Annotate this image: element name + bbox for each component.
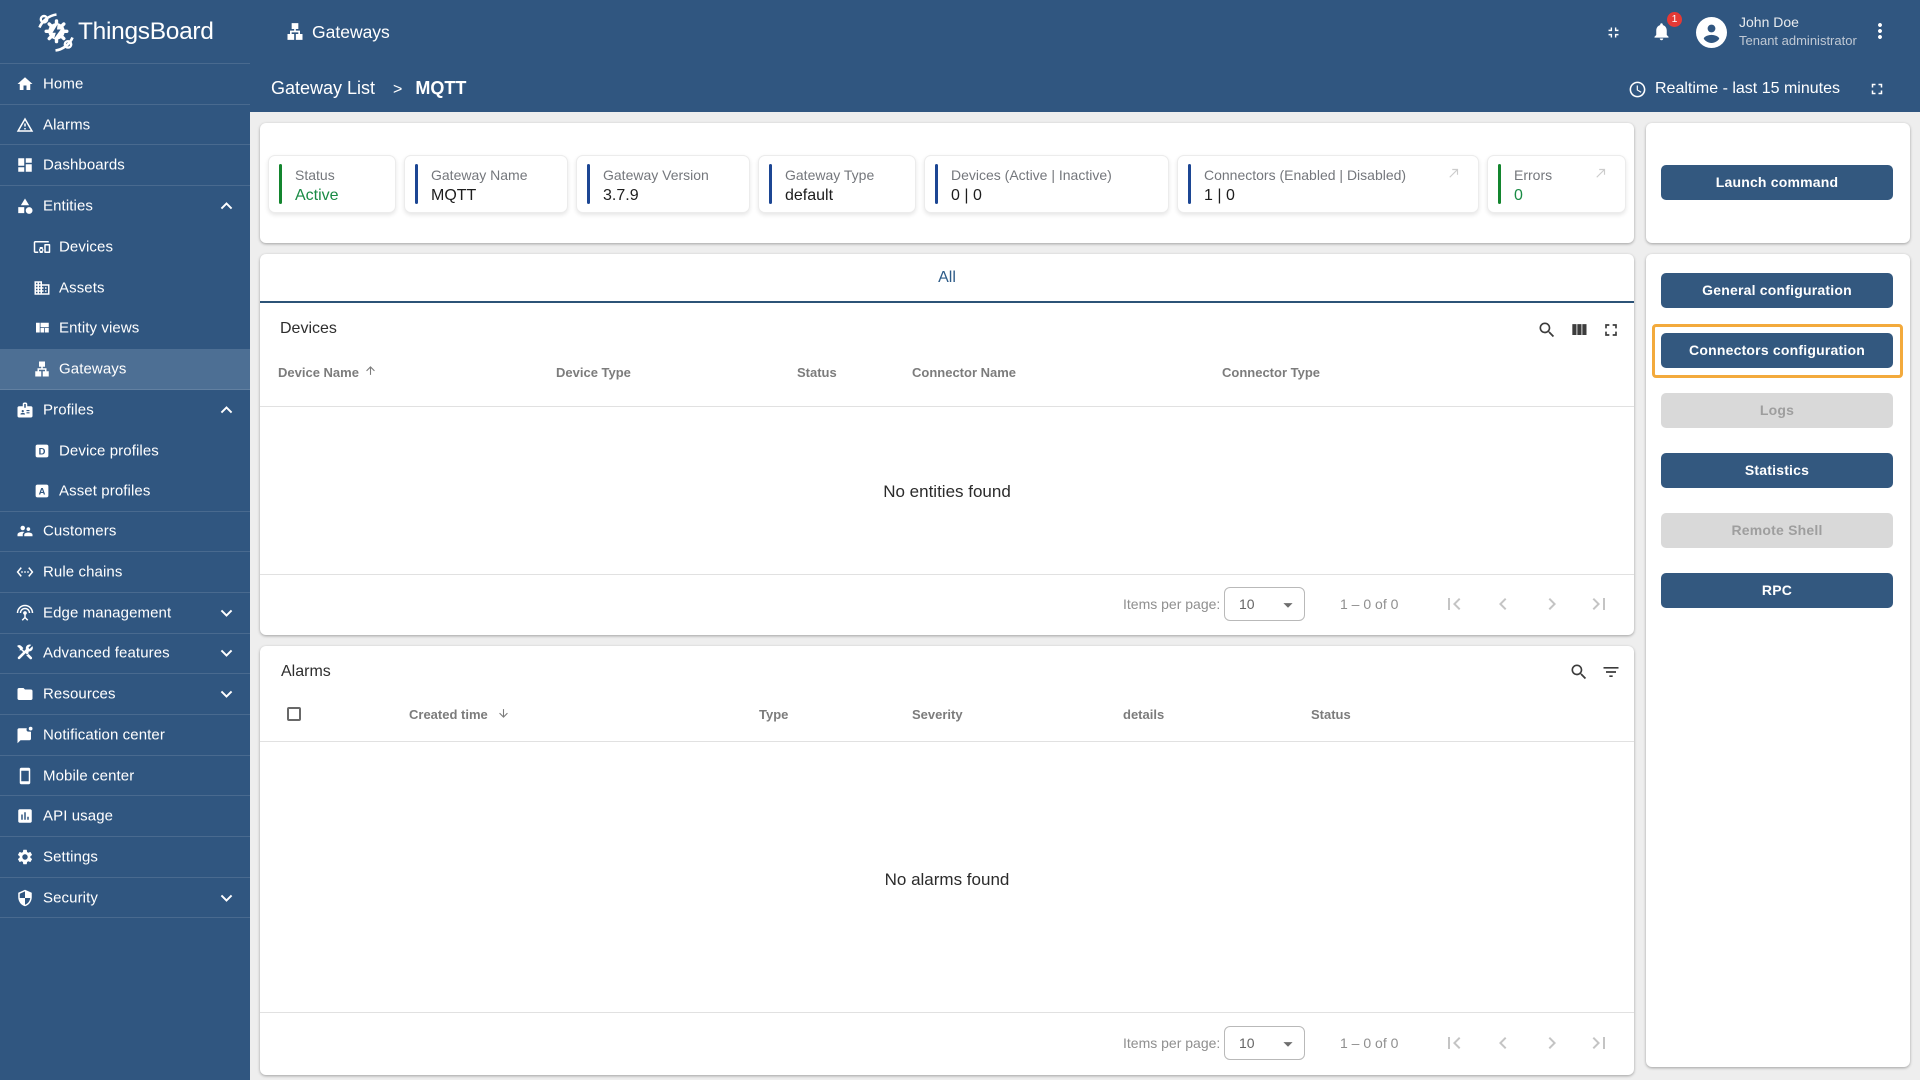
svg-text:A: A (39, 486, 46, 496)
svg-text:D: D (39, 446, 46, 456)
